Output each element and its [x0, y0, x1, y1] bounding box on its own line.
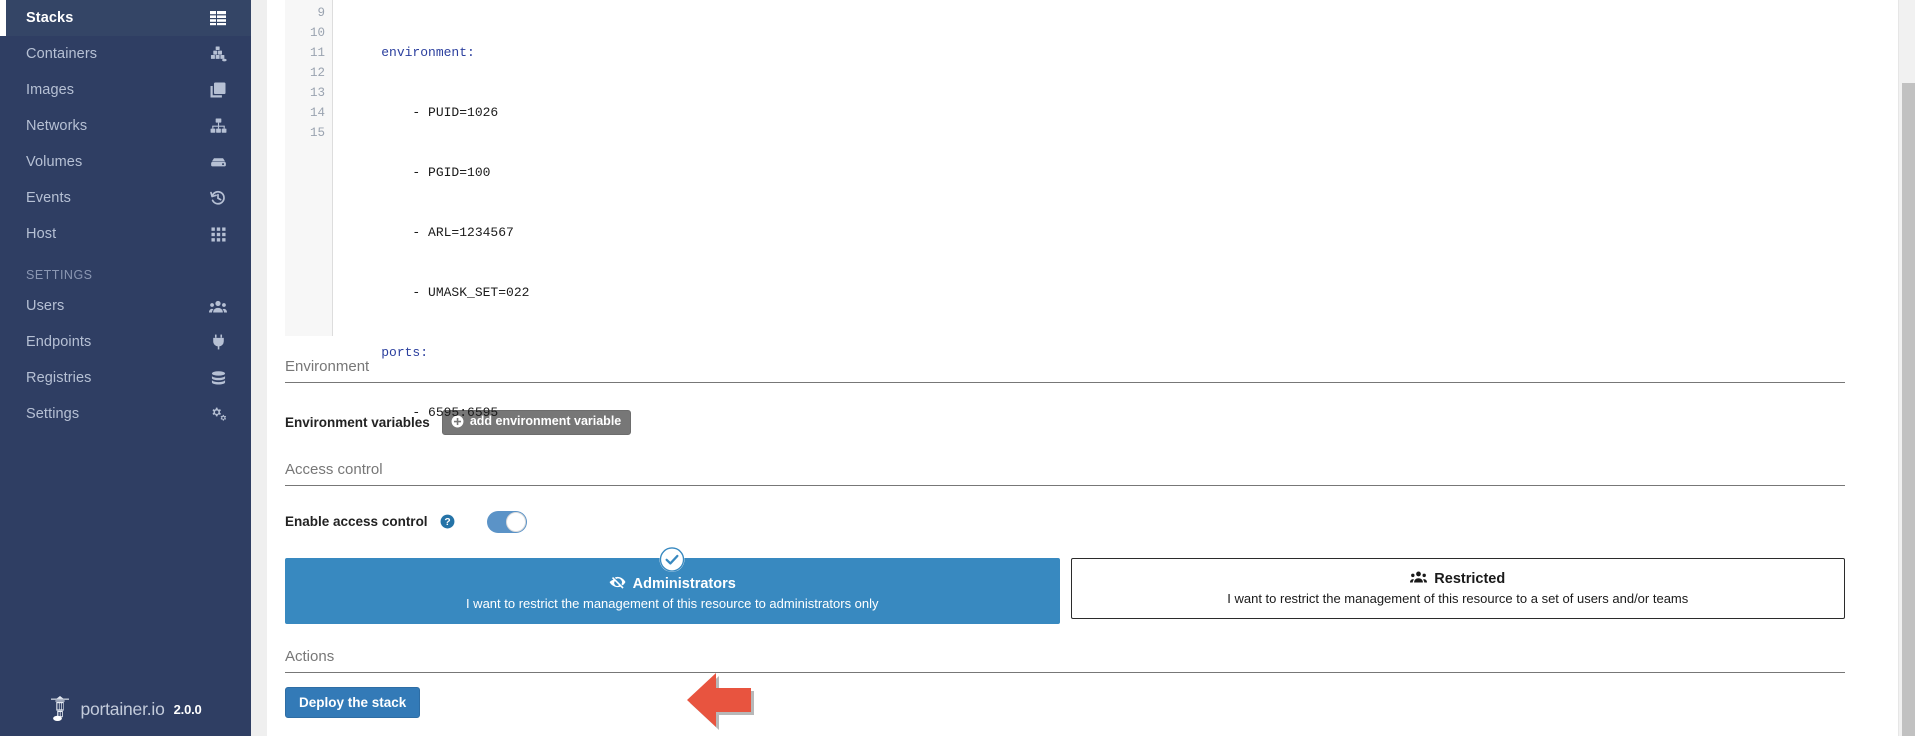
page-scrollbar-track[interactable]: [1898, 0, 1915, 736]
settings-icon: [209, 405, 227, 423]
sidebar-item-images[interactable]: Images: [0, 72, 251, 108]
editor-code-area[interactable]: environment: - PUID=1026 - PGID=100 - AR…: [333, 0, 1915, 420]
access-option-title-row: Administrators: [298, 575, 1047, 593]
access-option-description: I want to restrict the management of thi…: [1227, 590, 1689, 606]
images-icon: [209, 81, 227, 99]
svg-text:?: ?: [444, 517, 450, 528]
access-control-section: Access control Enable access control ? A…: [285, 461, 1915, 624]
sidebar-item-label: Endpoints: [26, 334, 92, 350]
sidebar-item-label: Registries: [26, 370, 92, 386]
sidebar-item-label: Networks: [26, 118, 88, 134]
enable-access-control-row: Enable access control ?: [285, 510, 1877, 533]
portainer-lighthouse-icon: [49, 696, 71, 722]
sidebar-item-label: Users: [26, 298, 65, 314]
access-option-description: I want to restrict the management of thi…: [465, 595, 879, 611]
enable-access-control-toggle[interactable]: [486, 510, 527, 533]
events-icon: [209, 189, 227, 207]
sidebar-item-label: Stacks: [26, 10, 74, 26]
code-token-value: - 6595:6595: [412, 405, 499, 420]
enable-access-control-label: Enable access control: [285, 514, 428, 530]
endpoints-icon: [209, 333, 227, 351]
access-option-title: Restricted: [1434, 570, 1506, 587]
question-circle-icon[interactable]: ?: [440, 514, 455, 529]
brand-name: portainer.io: [80, 698, 165, 719]
line-number: 11: [309, 46, 325, 60]
access-option-title-row: Restricted: [1084, 570, 1833, 588]
sidebar-nav: Stacks Containers Images Networks Volume…: [0, 0, 251, 252]
brand-version: 2.0.0: [173, 701, 202, 717]
access-control-options: Administrators I want to restrict the ma…: [285, 546, 1845, 624]
sidebar-item-registries[interactable]: Registries: [0, 360, 251, 396]
page-scrollbar-thumb[interactable]: [1902, 83, 1915, 736]
sidebar-section-settings-label: SETTINGS: [26, 268, 93, 282]
code-token-value: - PUID=1026: [412, 105, 499, 120]
sidebar-item-label: Events: [26, 190, 71, 206]
sidebar-item-label: Images: [26, 82, 75, 98]
sidebar-item-containers[interactable]: Containers: [0, 36, 251, 72]
sidebar-settings-nav: Users Endpoints Registries Settings: [0, 288, 251, 432]
code-line: - 6595:6595: [350, 403, 1915, 423]
code-line: - PGID=100: [350, 163, 1915, 183]
code-token-key: ports:: [381, 345, 429, 360]
sidebar-item-settings[interactable]: Settings: [0, 396, 251, 432]
code-token-key: environment:: [381, 45, 475, 60]
sidebar-item-label: Containers: [26, 46, 98, 62]
sidebar-item-stacks[interactable]: Stacks: [0, 0, 251, 36]
sidebar-item-label: Volumes: [26, 154, 83, 170]
page-left-gutter: [251, 0, 267, 736]
actions-section-heading: Actions: [285, 648, 1845, 673]
sidebar-item-label: Settings: [26, 406, 80, 422]
line-number: 13: [309, 86, 325, 100]
sidebar-item-networks[interactable]: Networks: [0, 108, 251, 144]
line-number: 10: [309, 26, 325, 40]
code-line: - ARL=1234567: [350, 223, 1915, 243]
users-group-icon: [1410, 570, 1428, 588]
line-number: 12: [309, 66, 325, 80]
code-token-value: - ARL=1234567: [412, 225, 514, 240]
access-control-section-heading: Access control: [285, 461, 1845, 486]
sidebar-item-users[interactable]: Users: [0, 288, 251, 324]
code-line: ports:: [350, 343, 1915, 363]
networks-icon: [209, 117, 227, 135]
sidebar-item-host[interactable]: Host: [0, 216, 251, 252]
code-token-value: - PGID=100: [412, 165, 491, 180]
sidebar: Stacks Containers Images Networks Volume…: [0, 0, 251, 736]
check-circle-icon: [659, 546, 685, 572]
eye-slash-icon: [609, 575, 626, 593]
deploy-the-stack-button[interactable]: Deploy the stack: [285, 686, 421, 719]
line-number: 15: [309, 126, 325, 140]
stack-yaml-editor[interactable]: 9 10 11 12 13 14 15 environment: - PUID=…: [285, 0, 1915, 420]
editor-line-numbers: 9 10 11 12 13 14 15: [285, 0, 333, 336]
code-line: - UMASK_SET=022: [350, 283, 1915, 303]
access-option-restricted[interactable]: Restricted I want to restrict the manage…: [1070, 557, 1845, 619]
main-content: 9 10 11 12 13 14 15 environment: - PUID=…: [267, 0, 1915, 736]
sidebar-item-endpoints[interactable]: Endpoints: [0, 324, 251, 360]
code-token-value: - UMASK_SET=022: [412, 285, 530, 300]
access-option-title: Administrators: [632, 575, 736, 592]
volumes-icon: [209, 153, 227, 171]
portainer-app: Stacks Containers Images Networks Volume…: [0, 0, 1915, 736]
toggle-knob: [505, 511, 526, 532]
line-number: 9: [317, 6, 325, 20]
containers-icon: [209, 45, 227, 63]
line-number: 14: [309, 106, 325, 120]
actions-section: Actions Deploy the stack: [285, 648, 1915, 719]
sidebar-footer: portainer.io 2.0.0: [0, 696, 251, 722]
sidebar-item-volumes[interactable]: Volumes: [0, 144, 251, 180]
stacks-icon: [209, 9, 227, 27]
actions-button-row: Deploy the stack: [285, 686, 1877, 719]
host-icon: [209, 225, 227, 243]
sidebar-item-events[interactable]: Events: [0, 180, 251, 216]
sidebar-item-label: Host: [26, 226, 57, 242]
users-icon: [209, 297, 227, 315]
code-line: - PUID=1026: [350, 103, 1915, 123]
code-line: environment:: [350, 43, 1915, 63]
access-option-administrators[interactable]: Administrators I want to restrict the ma…: [285, 546, 1060, 624]
registries-icon: [209, 369, 227, 387]
